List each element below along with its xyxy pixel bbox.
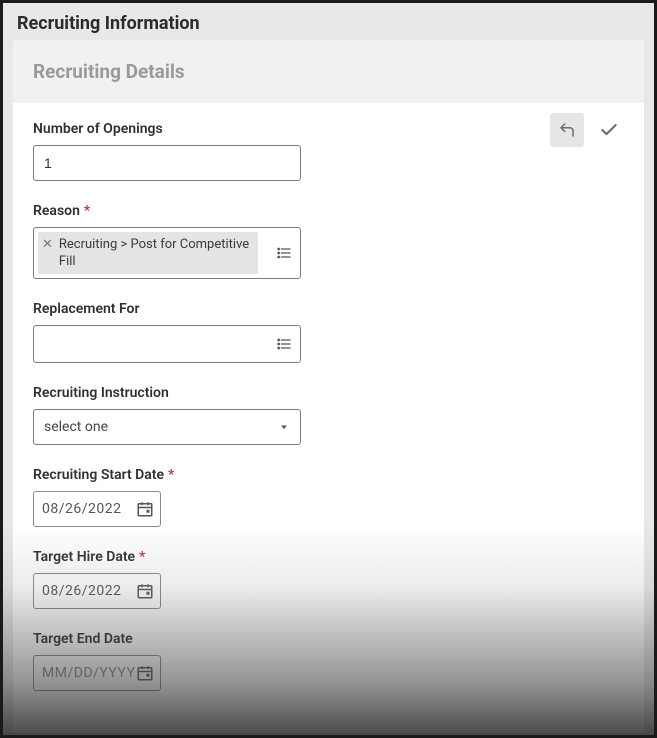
reason-list-button[interactable] [268, 228, 300, 278]
start-date-value[interactable]: 08/26/2022 [42, 501, 130, 517]
label-replacement: Replacement For [33, 301, 624, 317]
field-reason: Reason* ✕ Recruiting > Post for Competit… [33, 203, 624, 279]
label-openings: Number of Openings [33, 121, 624, 137]
field-instruction: Recruiting Instruction select one [33, 385, 624, 445]
replacement-chip-area [34, 326, 268, 362]
form-panel: Recruiting Information Recruiting Detail… [0, 0, 657, 738]
action-row [550, 113, 626, 147]
undo-button[interactable] [550, 113, 584, 147]
list-icon [276, 245, 292, 261]
label-hire-date-text: Target Hire Date [33, 549, 135, 565]
label-start-date-text: Recruiting Start Date [33, 467, 164, 483]
section-title: Recruiting Details [33, 60, 624, 83]
required-indicator: * [139, 549, 145, 565]
approve-button[interactable] [592, 113, 626, 147]
label-reason-text: Reason [33, 203, 80, 219]
check-icon [599, 120, 619, 140]
start-date-input[interactable]: 08/26/2022 [33, 491, 161, 527]
required-indicator: * [84, 203, 90, 219]
end-date-placeholder[interactable]: MM/DD/YYYY [42, 665, 130, 681]
undo-icon [558, 121, 576, 139]
required-indicator: * [168, 467, 174, 483]
reason-combo[interactable]: ✕ Recruiting > Post for Competitive Fill [33, 227, 301, 279]
content-wrap: Recruiting Details Number of Openings [3, 40, 654, 738]
label-start-date: Recruiting Start Date* [33, 467, 624, 483]
chevron-down-icon [278, 421, 290, 433]
label-reason: Reason* [33, 203, 624, 219]
replacement-combo[interactable] [33, 325, 301, 363]
label-hire-date: Target Hire Date* [33, 549, 624, 565]
field-hire-date: Target Hire Date* 08/26/2022 [33, 549, 624, 609]
label-end-date: Target End Date [33, 631, 624, 647]
openings-input[interactable] [33, 145, 301, 181]
reason-chip-text: Recruiting > Post for Competitive Fill [59, 236, 250, 270]
field-replacement: Replacement For [33, 301, 624, 363]
calendar-icon[interactable] [136, 664, 154, 682]
list-icon [276, 336, 292, 352]
instruction-select[interactable]: select one [33, 409, 301, 445]
hire-date-value[interactable]: 08/26/2022 [42, 583, 130, 599]
end-date-input[interactable]: MM/DD/YYYY [33, 655, 161, 691]
page-title: Recruiting Information [17, 13, 640, 34]
calendar-icon[interactable] [136, 500, 154, 518]
reason-chip-area: ✕ Recruiting > Post for Competitive Fill [34, 228, 268, 278]
field-openings: Number of Openings [33, 121, 624, 181]
field-start-date: Recruiting Start Date* 08/26/2022 [33, 467, 624, 527]
label-instruction: Recruiting Instruction [33, 385, 624, 401]
form-body: Number of Openings Reason* ✕ Recruiting … [13, 103, 644, 733]
hire-date-input[interactable]: 08/26/2022 [33, 573, 161, 609]
remove-chip-icon[interactable]: ✕ [42, 236, 53, 254]
section-header: Recruiting Details [13, 40, 644, 103]
field-end-date: Target End Date MM/DD/YYYY [33, 631, 624, 691]
calendar-icon[interactable] [136, 582, 154, 600]
instruction-placeholder: select one [44, 419, 108, 435]
header-bar: Recruiting Information [3, 3, 654, 40]
replacement-list-button[interactable] [268, 326, 300, 362]
reason-chip: ✕ Recruiting > Post for Competitive Fill [38, 232, 258, 274]
